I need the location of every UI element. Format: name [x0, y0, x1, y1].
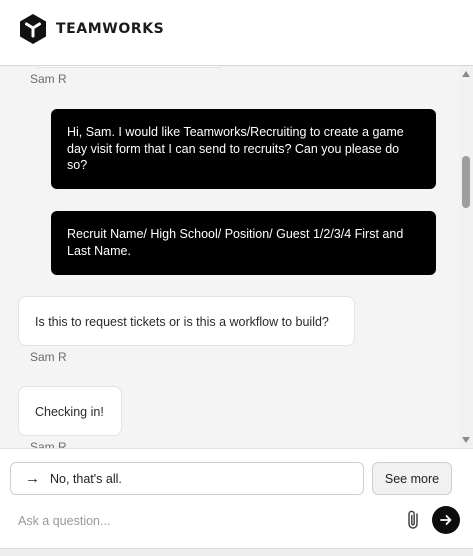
paperclip-icon[interactable]: [404, 509, 424, 531]
composer: → No, that's all. See more: [0, 448, 473, 548]
message-list[interactable]: Sam R Hi, Sam. I would like Teamworks/Re…: [0, 66, 473, 448]
scroll-up-arrow-icon[interactable]: [462, 71, 470, 77]
agent-message: Checking in!: [18, 386, 122, 436]
scrollbar-thumb[interactable]: [462, 156, 470, 208]
scrollbar[interactable]: [459, 66, 473, 448]
send-button[interactable]: [432, 506, 460, 534]
scroll-down-arrow-icon[interactable]: [462, 437, 470, 443]
ask-question-input[interactable]: [18, 511, 378, 531]
quick-reply-button[interactable]: → No, that's all.: [10, 462, 364, 495]
send-arrow-icon: [440, 515, 452, 525]
teamworks-logo-icon: [20, 14, 46, 44]
arrow-right-icon: →: [25, 470, 40, 487]
brand-name: TEAMWORKS: [56, 21, 165, 37]
previous-message-bubble: [34, 66, 224, 68]
user-message: Recruit Name/ High School/ Position/ Gue…: [51, 211, 436, 275]
user-message: Hi, Sam. I would like Teamworks/Recruiti…: [51, 109, 436, 189]
window-bottom-edge: [0, 548, 473, 556]
agent-message: Is this to request tickets or is this a …: [18, 296, 355, 346]
message-sender: Sam R: [30, 72, 67, 86]
message-sender: Sam R: [30, 440, 67, 448]
quick-reply-label: No, that's all.: [50, 471, 122, 486]
chat-widget: TEAMWORKS Sam R Hi, Sam. I would like Te…: [0, 0, 473, 556]
see-more-button[interactable]: See more: [372, 462, 452, 495]
chat-header: TEAMWORKS: [0, 0, 473, 66]
message-sender: Sam R: [30, 350, 67, 364]
